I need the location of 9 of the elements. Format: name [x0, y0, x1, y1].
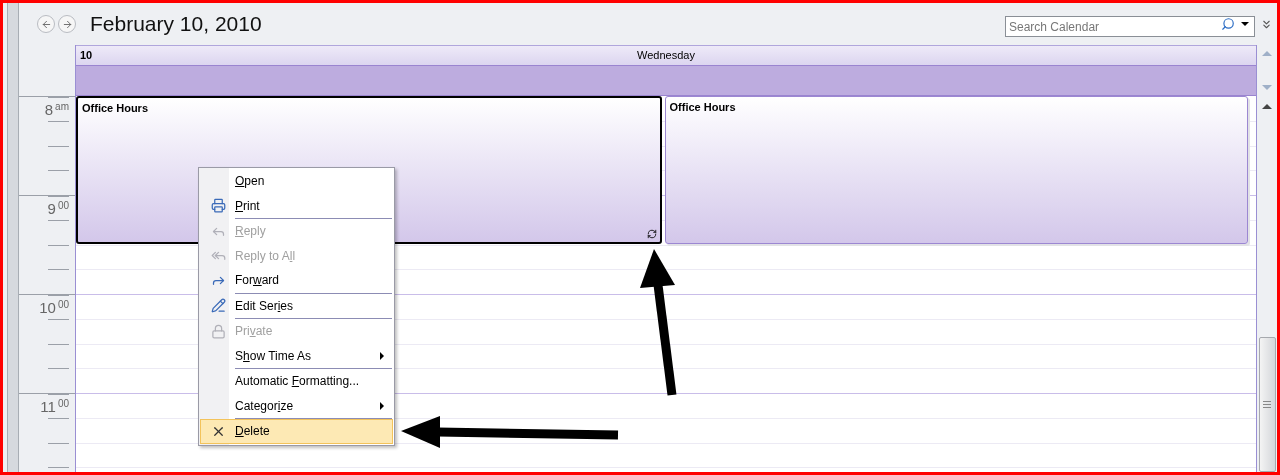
hour-label: 8$^{am}$ — [44, 102, 69, 117]
date-title: February 10, 2010 — [90, 11, 262, 38]
hour-label: 10$^{00}$ — [39, 300, 69, 315]
weekday-label: Wednesday — [637, 48, 695, 64]
hour-label: 11$^{00}$ — [40, 399, 69, 414]
appointment-title: Office Hours — [82, 101, 148, 116]
appointment-title: Office Hours — [669, 100, 736, 115]
hour-label: 9$^{00}$ — [47, 201, 69, 216]
day-number: 10 — [80, 48, 93, 64]
